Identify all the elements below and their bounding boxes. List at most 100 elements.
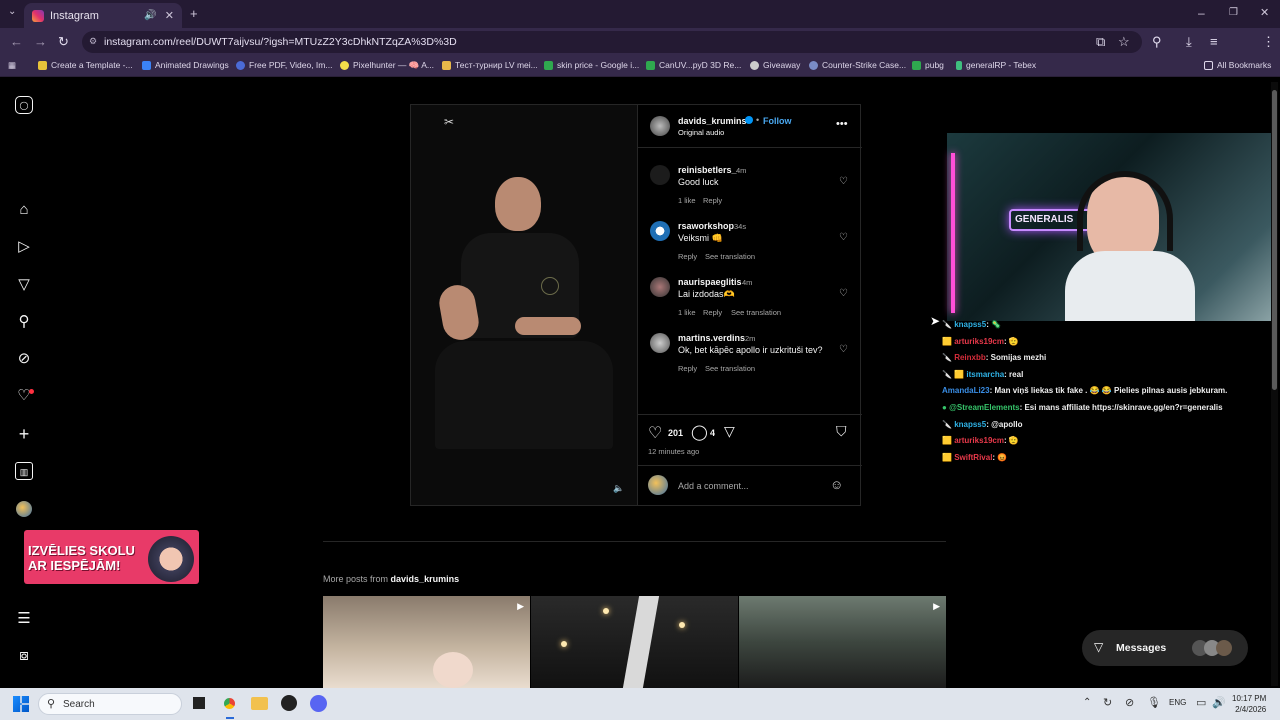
back-icon[interactable]: ← [10,34,23,49]
volume-icon[interactable]: 🔊 [1212,696,1226,709]
see-translation-button[interactable]: See translation [705,364,755,373]
commenter-avatar[interactable] [650,333,670,353]
dashboard-icon[interactable]: ▥ [15,462,33,480]
restore-icon[interactable]: ❐ [1229,7,1238,18]
messages-button[interactable]: ▽ Messages [1082,630,1248,666]
explore-icon[interactable]: ⊘ [15,350,33,368]
like-comment-icon[interactable]: ♡ [839,232,848,243]
bookmark-item[interactable]: generalRP - Tebex [956,60,1036,70]
post-thumbnail[interactable] [531,596,738,688]
emoji-icon[interactable]: ☺ [830,477,843,492]
tab-instagram[interactable]: Instagram 🔊 ✕ [24,3,182,28]
create-icon[interactable]: + [15,425,33,443]
add-comment-input[interactable]: Add a comment... [678,481,749,491]
post-time[interactable]: 12 minutes ago [648,447,699,456]
taskbar-search[interactable]: ⚲ Search [38,693,182,715]
obs-icon[interactable] [281,695,297,711]
more-menu-icon[interactable]: ☰ [15,610,33,628]
bookmark-item[interactable]: pubg [912,60,944,70]
speaker-icon[interactable]: 🔊 [144,10,156,21]
commenter-avatar[interactable] [650,277,670,297]
discord-icon[interactable] [310,695,327,712]
commenter-avatar[interactable] [650,165,670,185]
bookmark-item[interactable]: Create a Template -... [38,60,133,70]
see-translation-button[interactable]: See translation [705,252,755,261]
more-posts-user[interactable]: davids_krumins [391,574,460,584]
comment-likes[interactable]: 1 like [678,308,696,317]
also-from-meta-icon[interactable]: ⧇ [15,647,33,665]
comment-username[interactable]: naurispaeglitis [678,277,742,287]
save-icon[interactable]: ⛉ [836,423,847,440]
audio-label[interactable]: Original audio [678,128,724,137]
sync-icon[interactable]: ↻ [1103,696,1112,709]
reel-video[interactable]: ✂ 🔈 [411,105,637,505]
follow-button[interactable]: Follow [763,116,792,126]
chrome-icon[interactable] [221,695,238,712]
extensions-icon[interactable]: ⚲ [1152,34,1162,50]
reels-icon[interactable]: ▷ [15,238,33,256]
more-options-icon[interactable]: ••• [836,118,848,130]
network-icon[interactable]: ▭ [1196,696,1206,709]
bookmark-item[interactable]: Counter-Strike Case... [809,60,906,70]
bookmark-item[interactable]: Free PDF, Video, Im... [236,60,332,70]
comment-username[interactable]: martins.verdins [678,333,745,343]
search-icon[interactable]: ⚲ [15,313,33,331]
post-thumbnail[interactable]: ▶ [739,596,946,688]
reload-icon[interactable]: ↻ [58,34,69,50]
reply-button[interactable]: Reply [703,196,722,205]
bookmark-item[interactable]: Giveaway [750,60,800,70]
bookmark-item[interactable]: skin price - Google i... [544,60,639,70]
comment-username[interactable]: reinisbetlers_ [678,165,737,175]
language-indicator[interactable]: ENG [1169,698,1186,707]
apps-icon[interactable]: ▦ [8,60,16,71]
bookmark-item[interactable]: Animated Drawings [142,60,229,70]
all-bookmarks[interactable]: All Bookmarks [1204,60,1271,70]
close-tab-icon[interactable]: ✕ [165,9,174,22]
scrollbar-thumb[interactable] [1272,90,1277,390]
reply-button[interactable]: Reply [703,308,722,317]
comment-likes[interactable]: 1 like [678,196,696,205]
instagram-logo-icon[interactable]: ◯ [15,96,33,114]
reply-button[interactable]: Reply [678,364,697,373]
clock[interactable]: 10:17 PM 2/4/2026 [1232,693,1266,715]
bookmark-item[interactable]: Pixelhunter — 🧠 A... [340,60,434,71]
tray-app-icon[interactable]: ⊘ [1125,696,1134,709]
minimize-icon[interactable]: – [1198,6,1205,20]
downloads-icon[interactable]: ⤓ [1186,34,1192,50]
site-info-icon[interactable]: ⚙ [89,36,97,47]
like-comment-icon[interactable]: ♡ [839,344,848,355]
like-count[interactable]: 201 [668,428,683,438]
media-icon[interactable]: ≡ [1210,34,1218,49]
start-icon[interactable] [13,696,29,712]
see-translation-button[interactable]: See translation [731,308,781,317]
bookmark-star-icon[interactable]: ☆ [1118,34,1130,50]
url-field[interactable]: ⚙ instagram.com/reel/DUWT7aijvsu/?igsh=M… [82,31,1142,53]
page-scrollbar[interactable] [1271,82,1278,686]
profile-avatar[interactable] [16,501,32,517]
volume-icon[interactable]: 🔈 [613,483,624,494]
direct-icon[interactable]: ▽ [15,276,33,294]
share-icon[interactable]: ▽ [724,423,735,440]
menu-icon[interactable]: ⋮ [1262,34,1275,50]
tray-overflow-icon[interactable]: ⌃ [1083,697,1091,708]
reply-button[interactable]: Reply [678,252,697,261]
bookmark-item[interactable]: CanUV...pyD 3D Re... [646,60,741,70]
install-app-icon[interactable]: ⧉ [1096,34,1105,50]
post-thumbnail[interactable]: ▶ [323,596,530,688]
comment-icon[interactable]: ◯ [691,423,708,441]
close-window-icon[interactable]: ✕ [1260,6,1269,19]
microphone-icon[interactable]: 🎙 [1147,696,1161,709]
commenter-avatar[interactable] [650,221,670,241]
author-avatar[interactable] [650,116,670,136]
like-comment-icon[interactable]: ♡ [839,288,848,299]
new-tab-icon[interactable]: + [190,6,198,21]
task-view-icon[interactable] [193,697,205,709]
author-username[interactable]: davids_krumins [678,116,747,126]
bookmark-item[interactable]: Тест-турнир LV mei... [442,60,538,70]
comment-username[interactable]: rsaworkshop [678,221,734,231]
like-icon[interactable]: ♡ [648,423,662,443]
home-icon[interactable]: ⌂ [15,201,33,219]
tab-list-icon[interactable]: ⌄ [8,6,16,17]
forward-icon[interactable]: → [34,34,47,49]
file-explorer-icon[interactable] [251,697,268,710]
